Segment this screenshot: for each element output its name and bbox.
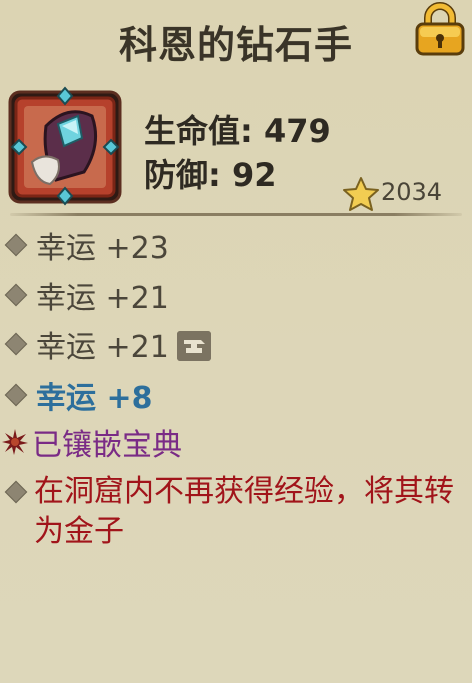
affix-luck-2: 幸运 +21 xyxy=(4,275,169,316)
hp-stat: 生命值: 479 xyxy=(144,112,331,150)
item-rating: 2034 xyxy=(381,178,443,206)
affix-text: 幸运 +8 xyxy=(36,381,153,416)
bullet-icon xyxy=(4,332,28,356)
bullet-icon xyxy=(4,480,28,504)
item-tooltip-panel: 科恩的钻石手 生命值: 479 防御: 92 2034 幸运 +23 幸运 +2… xyxy=(0,0,472,683)
bullet-icon xyxy=(4,283,28,307)
anvil-icon[interactable] xyxy=(176,331,211,361)
affix-text: 幸运 +23 xyxy=(36,231,169,266)
star-icon xyxy=(343,177,379,211)
affix-luck-1: 幸运 +23 xyxy=(4,225,169,266)
burst-icon xyxy=(2,429,28,455)
socket-row: 已镶嵌宝典 xyxy=(2,422,182,463)
defense-stat: 防御: 92 xyxy=(144,156,277,194)
item-title: 科恩的钻石手 xyxy=(118,23,353,67)
affix-luck-3: 幸运 +21 xyxy=(4,324,211,365)
bullet-icon xyxy=(4,233,28,257)
affix-luck-4: 幸运 +8 xyxy=(4,375,153,416)
affix-text: 幸运 +21 xyxy=(36,281,169,316)
affix-text: 幸运 +21 xyxy=(36,330,169,365)
item-description: 在洞窟内不再获得经验，将其转为金子 xyxy=(34,474,454,549)
diamond-gauntlet-icon[interactable] xyxy=(6,86,124,206)
socket-text: 已镶嵌宝典 xyxy=(32,428,182,463)
bullet-icon xyxy=(4,383,28,407)
lock-icon[interactable] xyxy=(411,2,469,56)
divider xyxy=(10,213,462,216)
